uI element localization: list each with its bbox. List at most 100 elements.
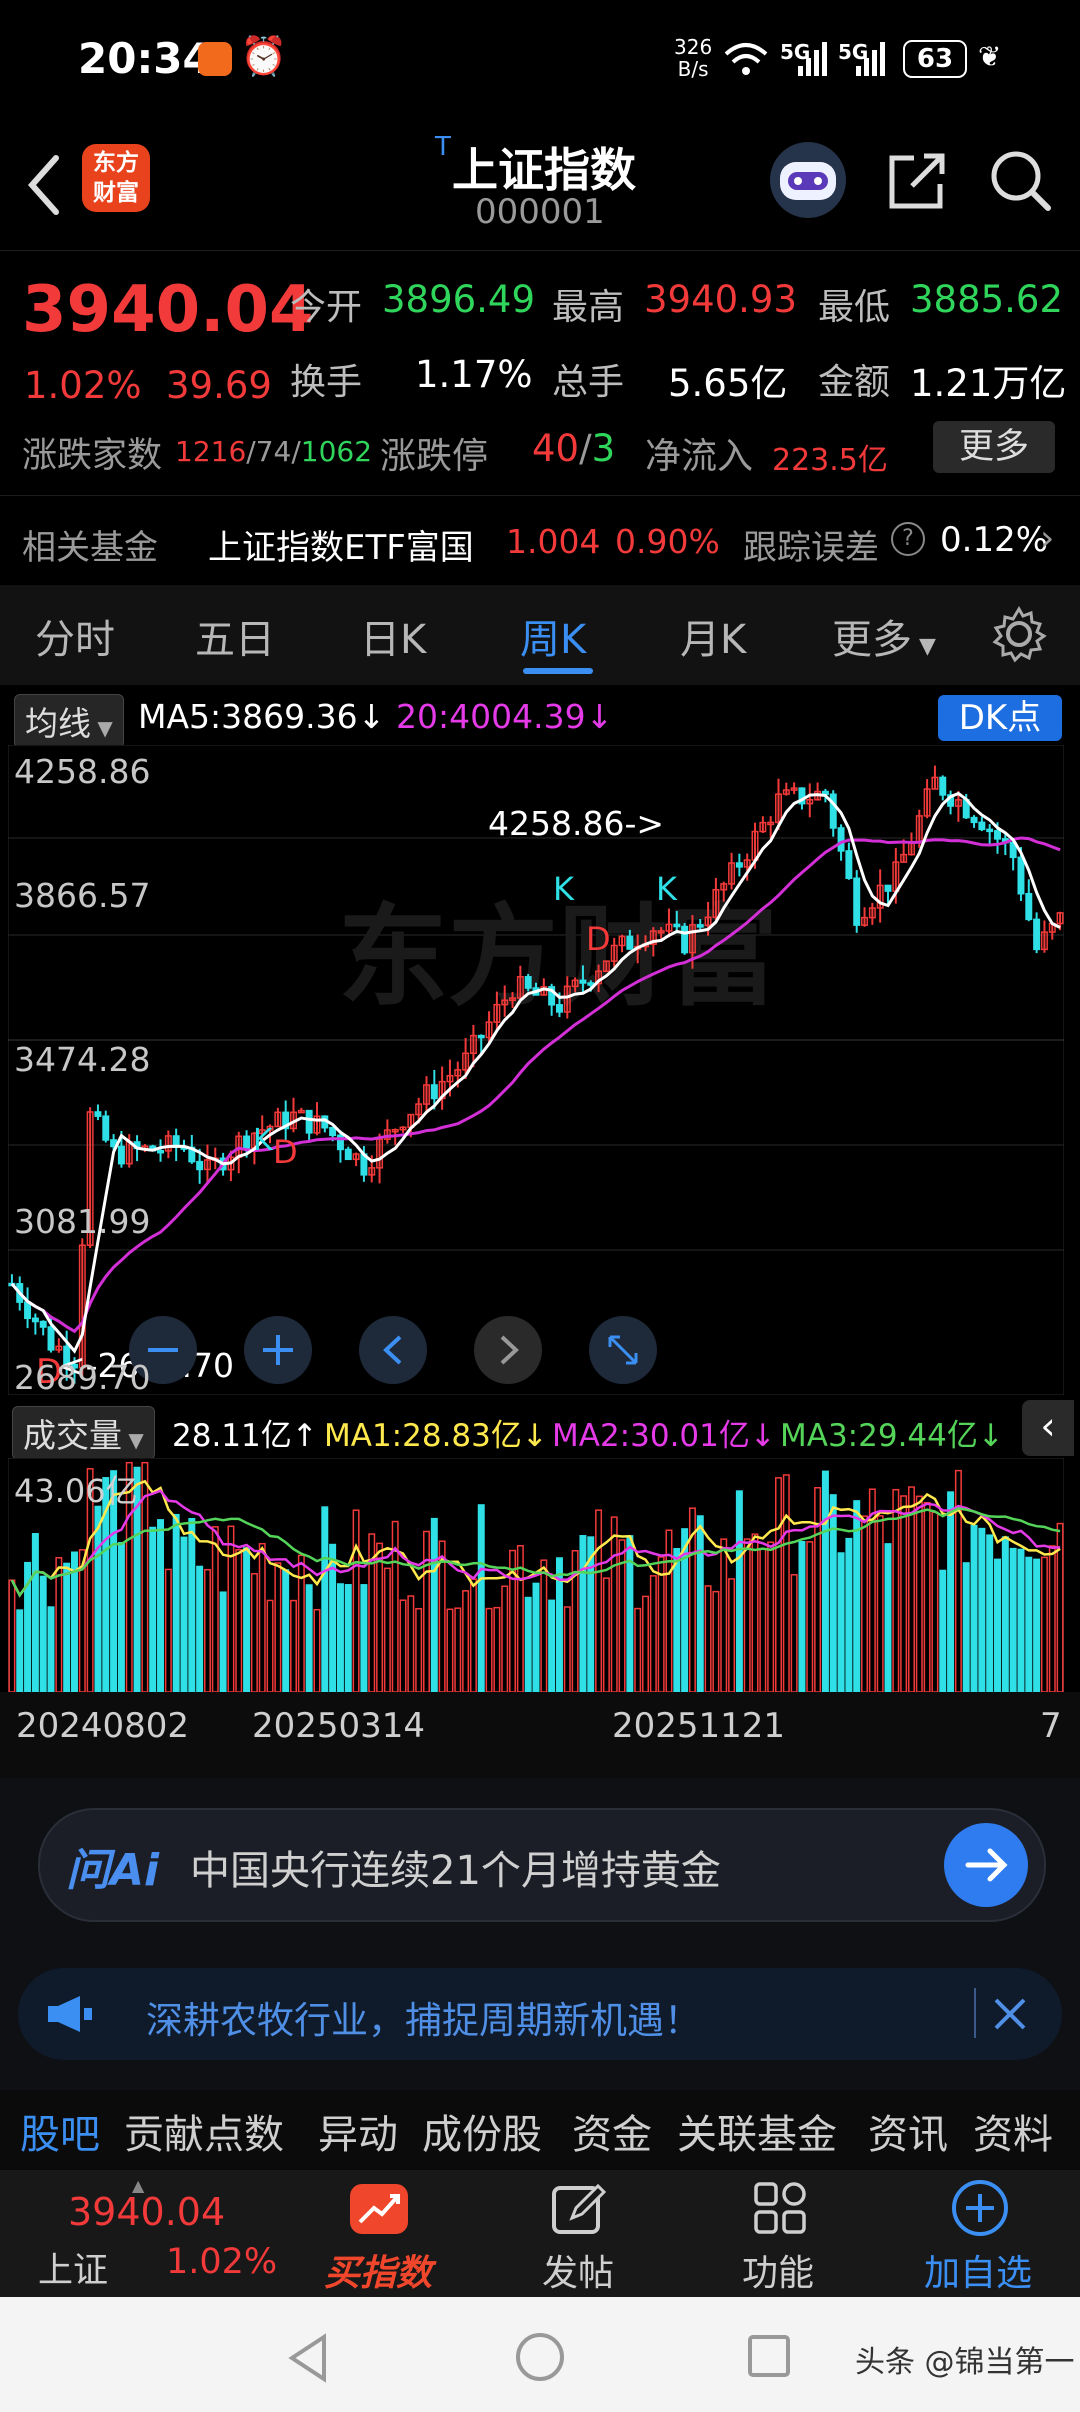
- nav-recents-icon[interactable]: [746, 2333, 792, 2379]
- notice-bar[interactable]: 深耕农牧行业，捕捉周期新机遇！: [18, 1968, 1062, 2060]
- net-speed: 326 B/s: [674, 35, 713, 81]
- candle-body: [853, 877, 861, 926]
- wifi-icon: [724, 43, 768, 75]
- fund-name[interactable]: 上证指数ETF富国: [208, 520, 474, 569]
- tab-related-funds[interactable]: 关联基金: [677, 2102, 837, 2160]
- help-icon[interactable]: ?: [891, 522, 925, 556]
- chart-next-icon[interactable]: [474, 1316, 542, 1384]
- search-icon[interactable]: [988, 148, 1054, 214]
- more-button[interactable]: 更多: [933, 421, 1055, 473]
- candle-body: [117, 1145, 125, 1165]
- add-watchlist-button[interactable]: 加自选: [908, 2170, 1048, 2297]
- candle-body: [31, 1317, 39, 1323]
- ai-prompt-text: 中国央行连续21个月增持黄金: [190, 1848, 721, 1894]
- volume-bar: [94, 1505, 102, 1692]
- mini-quote[interactable]: ▲ 3940.04 上证 1.02%: [0, 2170, 290, 2297]
- volume-bar: [477, 1504, 485, 1692]
- volume-selector[interactable]: 成交量 ▼: [12, 1406, 155, 1460]
- post-button[interactable]: 发帖: [508, 2170, 648, 2297]
- mini-pct: 1.02%: [166, 2242, 278, 2282]
- candle-body: [845, 850, 853, 879]
- open-label: 今开: [290, 287, 363, 328]
- volume-bar: [821, 1470, 829, 1692]
- volume-bar: [117, 1542, 125, 1692]
- close-icon[interactable]: [992, 1996, 1028, 2032]
- volume-bar: [1033, 1558, 1041, 1692]
- amount-label: 金额: [818, 362, 891, 403]
- dk-point-button[interactable]: DK点: [938, 695, 1062, 741]
- tab-weekly-k[interactable]: 周K: [520, 607, 586, 665]
- fund-price: 1.004: [506, 522, 601, 561]
- volume-bar: [321, 1506, 329, 1692]
- buy-index-label: 买指数: [323, 2253, 432, 2294]
- tab-intraday[interactable]: 分时: [35, 607, 115, 665]
- volume-bar: [430, 1517, 438, 1692]
- tab-five-day[interactable]: 五日: [195, 607, 275, 665]
- tab-constituents[interactable]: 成份股: [422, 2102, 542, 2160]
- tab-news[interactable]: 资讯: [868, 2102, 948, 2160]
- candle-body: [884, 884, 892, 892]
- function-button[interactable]: 功能: [708, 2170, 848, 2297]
- volume-bar: [673, 1547, 681, 1692]
- related-fund-row[interactable]: 相关基金 上证指数ETF富国 1.004 0.90% 跟踪误差 ? 0.12% …: [0, 495, 1080, 587]
- volume-bar: [1009, 1547, 1017, 1692]
- volume-bar: [31, 1533, 39, 1692]
- volume-value: 28.11亿↑: [172, 1418, 318, 1454]
- tab-contribution[interactable]: 贡献点数: [124, 2102, 284, 2160]
- x-label-3: 20251121: [612, 1706, 786, 1746]
- tab-daily-k[interactable]: 日K: [360, 607, 426, 665]
- robot-assistant-icon[interactable]: [770, 142, 846, 218]
- limit-values: 40/3: [532, 427, 616, 470]
- settings-gear-icon[interactable]: [990, 605, 1048, 663]
- nav-home-icon[interactable]: [514, 2331, 566, 2383]
- ai-brand: 问Ai: [66, 1845, 160, 1896]
- chart-prev-icon[interactable]: [359, 1316, 427, 1384]
- candle-body: [157, 1149, 165, 1154]
- eastmoney-logo[interactable]: 东方 财富: [82, 144, 150, 212]
- collapse-panel-icon[interactable]: ‹: [1022, 1400, 1074, 1456]
- fund-label: 相关基金: [22, 528, 158, 568]
- x-label-4: 7: [1040, 1706, 1062, 1746]
- tab-more[interactable]: 更多 ▼: [832, 607, 936, 665]
- y-label-4: 3081.99: [14, 1202, 151, 1241]
- edit-icon: [552, 2183, 607, 2234]
- candle-body: [837, 827, 845, 852]
- volume-bar: [305, 1584, 313, 1692]
- candle-body: [47, 1326, 55, 1351]
- plus-circle-icon: [952, 2180, 1008, 2236]
- k-marker-2: K: [553, 870, 575, 908]
- volume-bar: [524, 1596, 532, 1692]
- share-icon[interactable]: [884, 148, 950, 214]
- ai-ask-bar[interactable]: 问Ai 中国央行连续21个月增持黄金: [38, 1808, 1046, 1922]
- buy-index-button[interactable]: 买指数: [308, 2170, 448, 2297]
- grid-icon: [754, 2182, 806, 2234]
- candle-body: [626, 935, 634, 950]
- watermark-logo: 东方财富: [338, 893, 778, 1021]
- volume-bar: [172, 1513, 180, 1692]
- volume-value: 5.65亿: [668, 362, 788, 405]
- tab-anomaly[interactable]: 异动: [318, 2102, 398, 2160]
- title-mark: T: [435, 132, 451, 162]
- ma-selector[interactable]: 均线 ▼: [14, 694, 124, 748]
- tab-monthly-k[interactable]: 月K: [680, 607, 746, 665]
- limit-label: 涨跌停: [380, 436, 489, 477]
- low-label: 最低: [818, 287, 891, 328]
- ai-send-button[interactable]: [944, 1823, 1028, 1907]
- back-icon[interactable]: [22, 150, 66, 220]
- volume-bar: [986, 1534, 994, 1692]
- tab-profile[interactable]: 资料: [973, 2102, 1053, 2160]
- arrow-right-icon: [965, 1848, 1008, 1882]
- signal-icon-2: [856, 42, 885, 76]
- candle-body: [986, 828, 994, 833]
- tab-capital[interactable]: 资金: [572, 2102, 652, 2160]
- high-annotation: 4258.86->: [488, 804, 664, 843]
- candle-body: [555, 1004, 563, 1013]
- volume-bar: [735, 1490, 743, 1692]
- tab-guba[interactable]: 股吧: [20, 2102, 100, 2160]
- candlestick-chart[interactable]: 东方财富 D D K K D K 4258.86-> <-2689.70: [8, 745, 1064, 1395]
- battery-icon: 63: [903, 40, 967, 78]
- candle-body: [329, 1126, 337, 1137]
- leaf-icon: ❦: [978, 40, 1002, 73]
- nav-back-icon[interactable]: [286, 2333, 330, 2383]
- vol-ma1: MA1:28.83亿↓: [324, 1418, 548, 1454]
